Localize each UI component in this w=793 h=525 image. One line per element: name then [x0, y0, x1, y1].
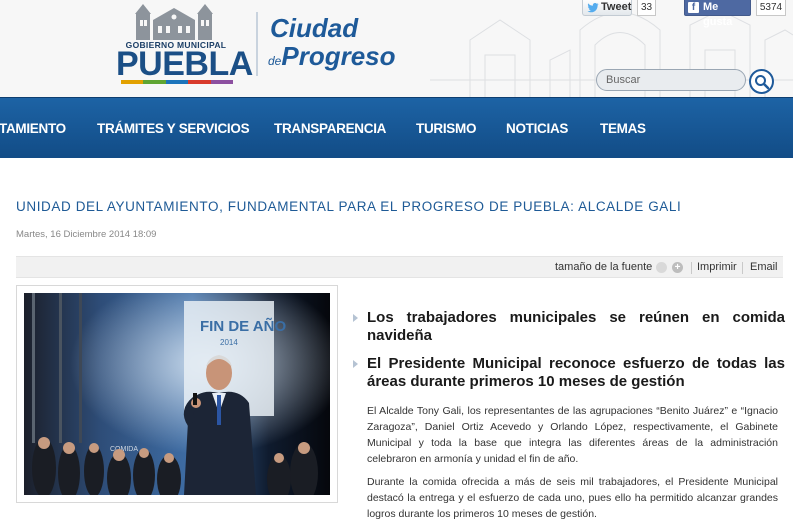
puebla-logo[interactable]: GOBIERNO MUNICIPAL PUEBLA [113, 0, 253, 88]
slogan-line2: deProgreso [268, 42, 408, 75]
main-nav: TAMIENTO TRÁMITES Y SERVICIOS TRANSPAREN… [0, 97, 793, 158]
city-hall-icon [135, 4, 213, 40]
article-paragraph-1: El Alcalde Tony Gali, los representantes… [367, 405, 778, 465]
site-header: GOBIERNO MUNICIPAL PUEBLA Ciudad deProgr… [0, 0, 793, 97]
nav-item-transparencia[interactable]: TRANSPARENCIA [274, 98, 386, 159]
font-decrease-icon[interactable] [656, 262, 667, 273]
article-title[interactable]: UNIDAD DEL AYUNTAMIENTO, FUNDAMENTAL PAR… [16, 199, 786, 214]
article-date: Martes, 16 Diciembre 2014 18:09 [16, 229, 157, 240]
tweet-label: Tweet [601, 1, 632, 13]
nav-item-tramites[interactable]: TRÁMITES Y SERVICIOS [97, 98, 250, 159]
slogan: Ciudad deProgreso [268, 14, 408, 75]
headline-1-text: Los trabajadores municipales se reúnen e… [367, 309, 785, 344]
tweet-button[interactable]: Tweet [582, 0, 632, 16]
bullet-arrow-icon [353, 314, 358, 322]
font-size-label: tamaño de la fuente [555, 261, 653, 273]
twitter-bird-icon [587, 3, 599, 13]
photo-backdrop-year: 2014 [220, 338, 238, 347]
bullet-arrow-icon [353, 360, 358, 368]
search-input[interactable] [596, 69, 746, 91]
headline-2[interactable]: El Presidente Municipal reconoce esfuerz… [353, 355, 785, 391]
tweet-count: 33 [637, 0, 656, 16]
slogan-de: de [268, 54, 282, 68]
font-increase-icon[interactable]: + [672, 262, 683, 273]
header-divider [256, 12, 258, 76]
nav-item-turismo[interactable]: TURISMO [416, 98, 476, 159]
logo-color-stripe [121, 80, 234, 84]
email-link[interactable]: Email [750, 261, 778, 273]
nav-item-noticias[interactable]: NOTICIAS [506, 98, 568, 159]
photo-backdrop-text: FIN DE AÑO [200, 317, 286, 335]
article-paragraph-2: Durante la comida ofrecida a más de seis… [367, 476, 778, 520]
tool-divider [742, 262, 743, 274]
tool-divider [691, 262, 692, 274]
like-count: 5374 [756, 0, 786, 16]
like-label: Me gusta [703, 1, 733, 28]
article-photo-frame: FIN DE AÑO 2014 COMIDA [16, 285, 338, 503]
search-icon [755, 75, 770, 90]
nav-item-temas[interactable]: TEMAS [600, 98, 646, 159]
print-link[interactable]: Imprimir [697, 261, 737, 273]
headline-2-text: El Presidente Municipal reconoce esfuerz… [367, 355, 785, 390]
slogan-progreso: Progreso [281, 41, 396, 71]
article-photo[interactable]: FIN DE AÑO 2014 COMIDA [24, 293, 330, 495]
facebook-icon: f [688, 2, 699, 13]
article-tools-bar: tamaño de la fuente + Imprimir Email [16, 256, 783, 278]
nav-item-ayuntamiento[interactable]: TAMIENTO [0, 98, 66, 159]
logo-name: PUEBLA [116, 45, 253, 83]
slogan-line1: Ciudad [270, 13, 359, 43]
facebook-like-button[interactable]: f Me gusta [684, 0, 751, 28]
headline-1[interactable]: Los trabajadores municipales se reúnen e… [353, 309, 785, 345]
search-button[interactable] [749, 69, 774, 94]
